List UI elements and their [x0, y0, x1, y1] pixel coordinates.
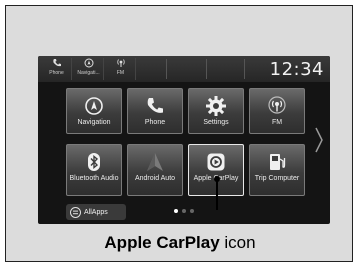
- tile-navigation-label: Navigation: [77, 119, 111, 126]
- divider: [166, 59, 167, 79]
- shortcut-fm[interactable]: FM: [106, 58, 136, 80]
- page-dot: [182, 209, 186, 213]
- tile-phone[interactable]: Phone: [127, 88, 183, 134]
- phone-icon: [52, 58, 62, 68]
- shortcut-navigation-label: Navigati...: [77, 70, 100, 76]
- figure-caption: Apple CarPlay icon: [6, 233, 354, 253]
- shortcut-phone[interactable]: Phone: [42, 58, 72, 80]
- tile-bluetooth-audio-label: Bluetooth Audio: [69, 175, 119, 182]
- page-indicator: [174, 209, 194, 213]
- bluetooth-icon: [84, 151, 104, 173]
- caption-rest: icon: [219, 233, 256, 252]
- grid-icon: [70, 206, 81, 218]
- navigation-icon: [84, 58, 94, 68]
- android-auto-icon: [144, 151, 166, 173]
- tile-settings[interactable]: Settings: [188, 88, 244, 134]
- carplay-icon: [206, 151, 226, 173]
- all-apps-label: AllApps: [84, 208, 108, 216]
- shortcut-fm-label: FM: [116, 70, 125, 76]
- fuel-pump-icon: [267, 151, 287, 173]
- tile-trip-computer-label: Trip Computer: [254, 175, 300, 182]
- shortcut-phone-label: Phone: [49, 70, 64, 76]
- tile-trip-computer[interactable]: Trip Computer: [249, 144, 305, 196]
- gear-icon: [205, 95, 227, 117]
- tile-fm[interactable]: FM: [249, 88, 305, 134]
- all-apps-button[interactable]: AllApps: [66, 204, 126, 220]
- shortcut-navigation[interactable]: Navigati...: [74, 58, 104, 80]
- figure-frame: Phone Navigati... FM 12:34 Navigation Ph…: [5, 5, 353, 262]
- divider: [206, 59, 207, 79]
- page-dot: [190, 209, 194, 213]
- tile-navigation[interactable]: Navigation: [66, 88, 122, 134]
- infotainment-screen: Phone Navigati... FM 12:34 Navigation Ph…: [38, 56, 330, 224]
- tile-bluetooth-audio[interactable]: Bluetooth Audio: [66, 144, 122, 196]
- tile-android-auto-label: Android Auto: [134, 175, 176, 182]
- status-bar: Phone Navigati... FM 12:34: [38, 56, 330, 82]
- tile-android-auto[interactable]: Android Auto: [127, 144, 183, 196]
- tile-settings-label: Settings: [203, 119, 229, 126]
- tile-phone-label: Phone: [144, 119, 166, 126]
- tile-fm-label: FM: [271, 119, 283, 126]
- radio-icon: [116, 58, 126, 68]
- chevron-right-icon[interactable]: [314, 126, 324, 154]
- phone-icon: [145, 95, 165, 117]
- callout-line: [216, 178, 218, 210]
- page-dot: [174, 209, 178, 213]
- radio-icon: [267, 95, 287, 117]
- divider: [244, 59, 245, 79]
- navigation-icon: [84, 95, 104, 117]
- caption-bold: Apple CarPlay: [104, 233, 220, 252]
- clock: 12:34: [269, 59, 324, 80]
